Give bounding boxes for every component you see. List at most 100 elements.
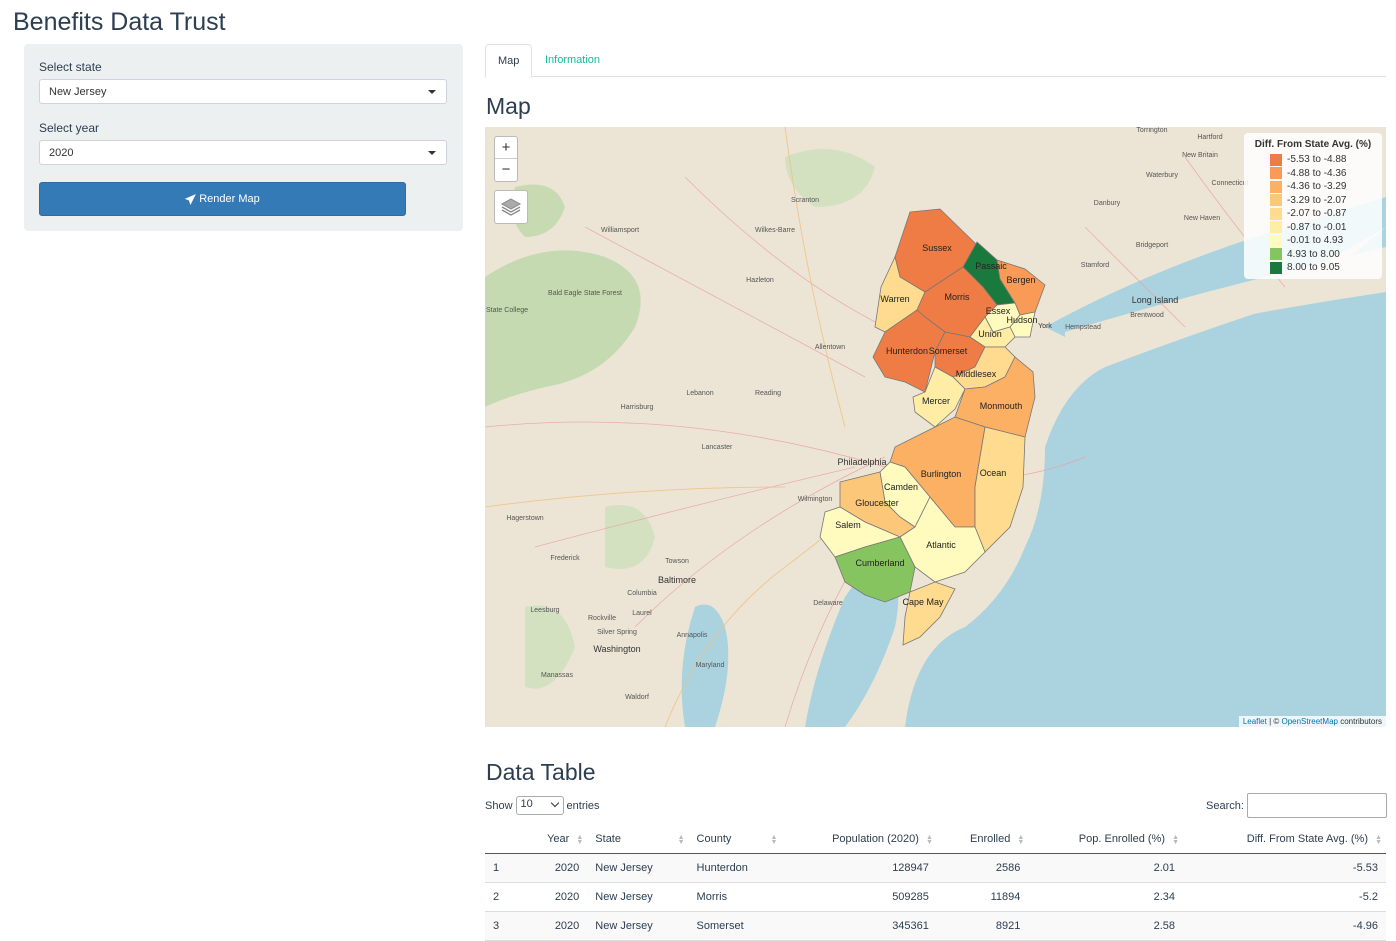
layers-button[interactable] — [494, 190, 528, 224]
legend-swatch — [1270, 153, 1282, 166]
legend-swatch — [1270, 261, 1282, 274]
sort-icon: ▲ ▼ — [770, 834, 778, 846]
render-map-button[interactable]: Render Map — [39, 182, 406, 216]
table-cell: Hunterdon — [688, 853, 782, 883]
map-attribution: Leaflet | © OpenStreetMap contributors — [1238, 716, 1386, 727]
place-label: Manassas — [541, 672, 573, 679]
legend-label: 8.00 to 9.05 — [1287, 262, 1340, 274]
column-header[interactable]: Diff. From State Avg. (%) ▲ ▼ — [1183, 826, 1386, 854]
table-row[interactable]: 1 2020 New Jersey Hunterdon 128947 2586 2.01 -5… — [485, 853, 1386, 883]
county-label: Cumberland — [855, 558, 904, 568]
county-label: Morris — [945, 292, 970, 302]
sort-icon: ▲ ▼ — [925, 834, 933, 846]
legend-swatch — [1270, 221, 1282, 234]
legend-swatch — [1270, 167, 1282, 180]
county-label: Atlantic — [926, 540, 956, 550]
place-label: Wilkes-Barre — [755, 227, 795, 234]
place-label: York — [1038, 323, 1052, 330]
legend-swatch — [1270, 248, 1282, 261]
chevron-down-icon — [550, 798, 559, 808]
legend-swatch — [1270, 207, 1282, 220]
attribution-suffix: contributors — [1337, 717, 1382, 726]
map-legend: Diff. From State Avg. (%) -5.53 to -4.88… — [1244, 133, 1382, 279]
county-label: Monmouth — [980, 401, 1023, 411]
osm-link[interactable]: OpenStreetMap — [1281, 717, 1337, 726]
county-label: Middlesex — [956, 369, 997, 379]
entries-length-control: Show 10 entries — [485, 796, 600, 815]
place-label: Wilmington — [798, 496, 833, 503]
state-select[interactable]: New Jersey — [39, 79, 447, 104]
legend-item: 4.93 to 8.00 — [1250, 248, 1376, 262]
legend-label: 4.93 to 8.00 — [1287, 248, 1340, 260]
chevron-down-icon — [428, 151, 436, 155]
legend-label: -4.88 to -4.36 — [1287, 167, 1347, 179]
legend-label: -3.29 to -2.07 — [1287, 194, 1347, 206]
table-cell: -5.2 — [1183, 882, 1386, 912]
table-cell: 11894 — [936, 882, 1029, 912]
table-cell: 1 — [485, 853, 521, 883]
legend-swatch — [1270, 194, 1282, 207]
column-header[interactable]: Pop. Enrolled (%) ▲ ▼ — [1028, 826, 1184, 854]
year-label: Select year — [39, 121, 100, 135]
table-search: Search: — [1206, 793, 1387, 818]
zoom-out-button[interactable]: − — [495, 159, 517, 181]
tab-information[interactable]: Information — [533, 44, 612, 77]
data-table: Year ▲ ▼ State ▲ ▼ County ▲ ▼ Population (2020) ▲ ▼… — [485, 826, 1386, 941]
column-header-label: Diff. From State Avg. (%) — [1246, 833, 1368, 846]
place-label: Waterbury — [1146, 172, 1179, 179]
place-label: New Britain — [1182, 152, 1218, 159]
sort-icon: ▲ ▼ — [1017, 834, 1025, 846]
table-cell: New Jersey — [587, 882, 689, 912]
search-input[interactable] — [1246, 793, 1387, 818]
column-header[interactable]: Population (2020) ▲ ▼ — [781, 826, 937, 854]
place-label: Torrington — [1136, 127, 1167, 134]
place-label: Allentown — [815, 344, 845, 351]
county-label: Union — [978, 329, 1002, 339]
leaflet-link[interactable]: Leaflet — [1243, 717, 1267, 726]
table-section-title: Data Table — [486, 759, 596, 785]
paper-plane-icon — [185, 193, 197, 205]
legend-item: -3.29 to -2.07 — [1250, 194, 1376, 208]
zoom-in-button[interactable]: + — [495, 137, 517, 159]
legend-label: -4.36 to -3.29 — [1287, 181, 1347, 193]
sort-icon: ▲ ▼ — [1375, 834, 1382, 846]
column-header-label: County — [696, 833, 732, 846]
column-header-label: Population (2020) — [832, 833, 919, 846]
county-label: Salem — [835, 520, 861, 530]
legend-item: -5.53 to -4.88 — [1250, 153, 1376, 167]
place-label: Laurel — [632, 610, 652, 617]
legend-item: -0.87 to -0.01 — [1250, 221, 1376, 235]
column-header[interactable]: County ▲ ▼ — [688, 826, 782, 854]
place-label: Columbia — [627, 590, 657, 597]
column-header[interactable] — [485, 826, 521, 854]
legend-item: -4.88 to -4.36 — [1250, 167, 1376, 181]
column-header[interactable]: Year ▲ ▼ — [520, 826, 588, 854]
place-label: State College — [486, 307, 528, 314]
map-widget[interactable]: Sussex Passaic Bergen Warren Morris Essex Huds… — [485, 127, 1386, 727]
entries-select[interactable]: 10 — [515, 796, 564, 815]
place-label: Leesburg — [530, 607, 559, 614]
tab-map[interactable]: Map — [485, 44, 533, 78]
place-label: Rockville — [588, 615, 616, 622]
table-cell: 2.01 — [1028, 853, 1184, 883]
column-header-label: Pop. Enrolled (%) — [1078, 833, 1166, 846]
column-header[interactable]: State ▲ ▼ — [587, 826, 689, 854]
map-section-title: Map — [486, 93, 531, 119]
place-label: Towson — [665, 558, 689, 565]
place-label: Bald Eagle State Forest — [548, 290, 622, 297]
place-label: Waldorf — [625, 694, 649, 701]
place-label: Baltimore — [658, 575, 696, 585]
column-header[interactable]: Enrolled ▲ ▼ — [936, 826, 1029, 854]
column-header-label: Year — [547, 833, 570, 846]
county-label: Gloucester — [855, 498, 899, 508]
place-label: Long Island — [1132, 295, 1179, 305]
year-select[interactable]: 2020 — [39, 140, 447, 165]
legend-item: -0.01 to 4.93 — [1250, 234, 1376, 248]
column-header-label: State — [595, 833, 621, 846]
sidebar-panel: Select state New Jersey Select year 2020… — [24, 44, 463, 231]
county-label: Camden — [884, 482, 918, 492]
place-label: Stamford — [1081, 262, 1110, 269]
county-label: Hunterdon — [886, 346, 928, 356]
table-row[interactable]: 2 2020 New Jersey Morris 509285 11894 2.34 -5.2 — [485, 882, 1386, 912]
place-label: Maryland — [696, 662, 725, 669]
